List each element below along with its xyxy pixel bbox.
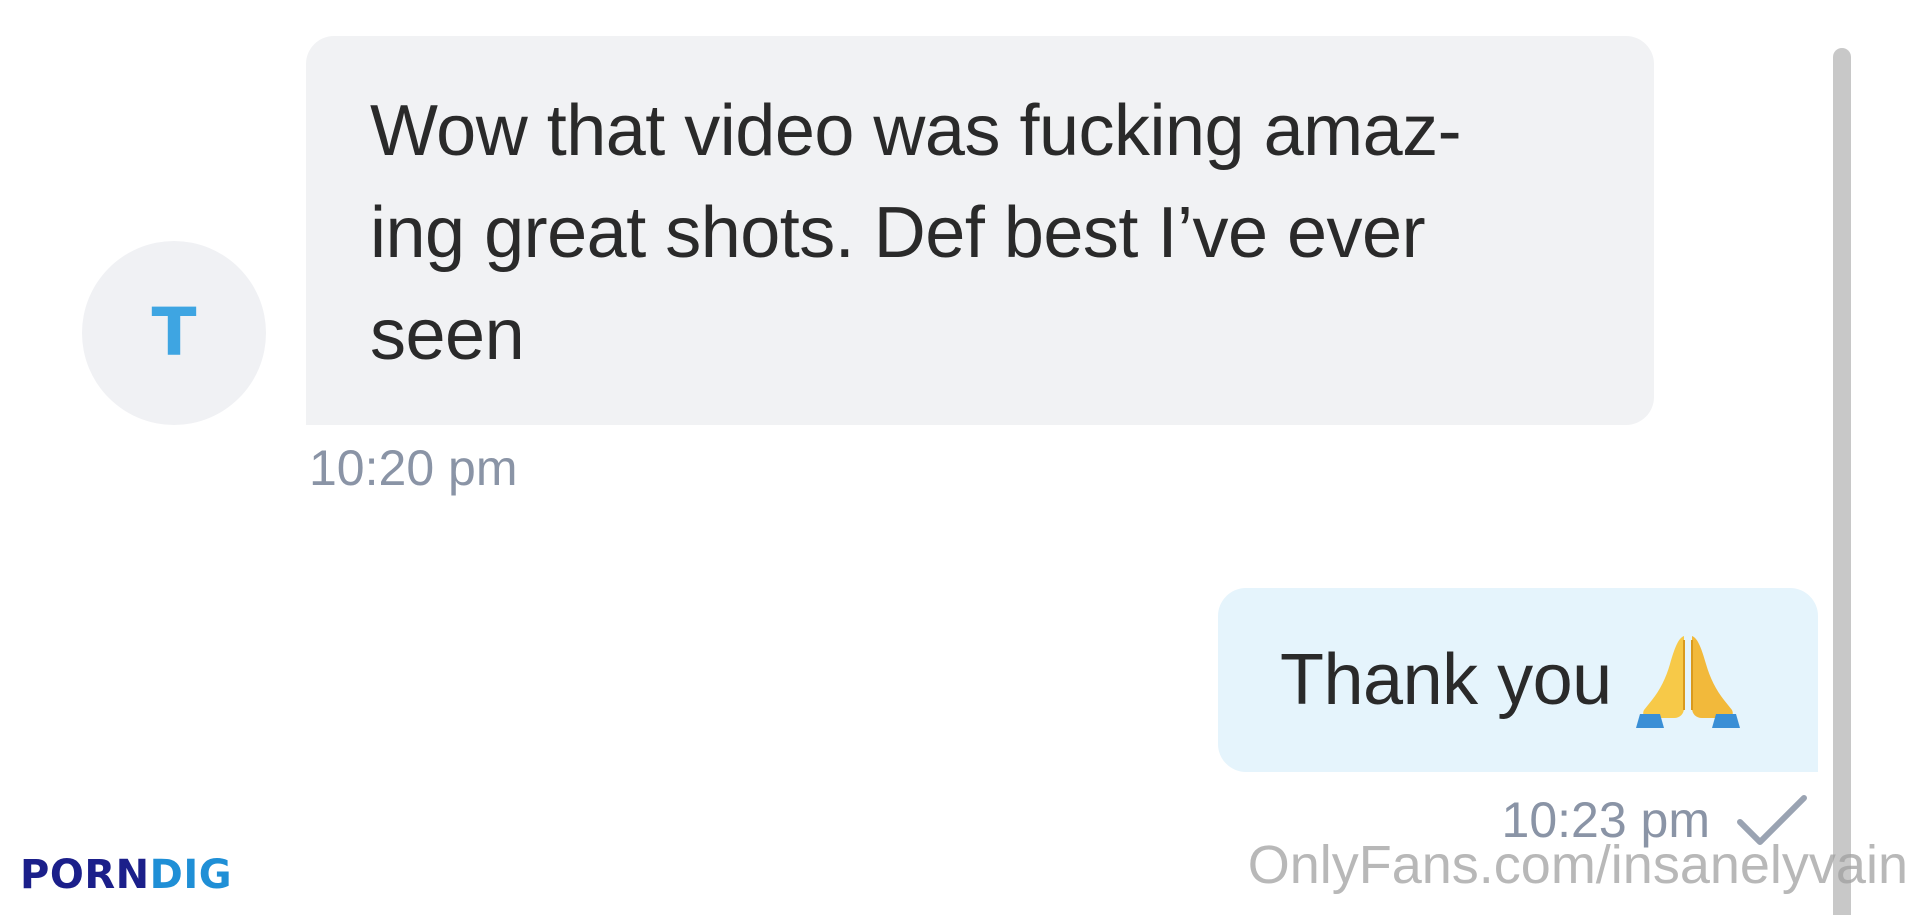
outgoing-message-text: Thank you [1280, 640, 1612, 720]
watermark-left-part2: DIG [149, 852, 233, 898]
avatar[interactable]: T [82, 241, 266, 425]
chat-thread: T Wow that video was fucking amaz- ing g… [0, 0, 1920, 915]
watermark-left-part1: PORN [20, 852, 150, 898]
outgoing-message-bubble[interactable]: Thank you [1218, 588, 1818, 772]
avatar-initial: T [151, 294, 197, 371]
incoming-message-time: 10:20 pm [309, 440, 518, 496]
onlyfans-watermark: OnlyFans.com/insanelyvain [1247, 835, 1908, 895]
porndig-watermark: PORNDIG [20, 855, 232, 895]
scrollbar[interactable] [1833, 48, 1851, 915]
folded-hands-icon [1635, 636, 1740, 728]
incoming-message-text: Wow that video was fucking amaz- ing gre… [370, 91, 1462, 375]
incoming-message-bubble[interactable]: Wow that video was fucking amaz- ing gre… [306, 36, 1654, 425]
